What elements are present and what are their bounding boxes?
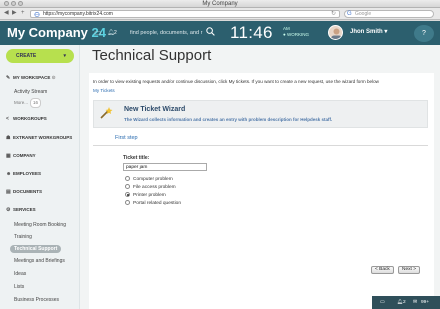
- reload-icon[interactable]: ↻: [331, 11, 336, 18]
- sidebar-group-documents[interactable]: ▤ DOCUMENTS: [6, 188, 42, 196]
- radio-computer-problem[interactable]: Computer problem: [125, 176, 173, 183]
- sidebar-group-workgroups[interactable]: < WORKGROUPS: [6, 115, 47, 123]
- ticket-title-label: Ticket title:: [123, 155, 150, 161]
- browser-search-input[interactable]: G Google: [344, 10, 434, 18]
- building-icon: ▦: [6, 153, 11, 159]
- radio-button[interactable]: [125, 184, 130, 189]
- messenger-bar[interactable]: ▭ 🔔︎ 2 ✉ 99+: [372, 296, 440, 309]
- ticket-title-input[interactable]: [123, 163, 207, 171]
- magic-wand-icon: [100, 107, 113, 119]
- address-bar[interactable]: https://mycompany.bitrix24.com ↻: [30, 10, 340, 18]
- group-label: EMPLOYEES: [13, 171, 42, 176]
- clock[interactable]: 11:46: [230, 22, 273, 44]
- share-icon: <: [6, 116, 9, 122]
- work-status[interactable]: ● WORKING: [283, 32, 309, 37]
- global-search-input[interactable]: find people, documents, and r: [130, 27, 218, 39]
- main-area: Technical Support In order to view exist…: [80, 45, 440, 309]
- divider: [93, 145, 428, 146]
- brand-name: My Company: [7, 25, 88, 40]
- sidebar-item-lists[interactable]: Lists: [14, 283, 24, 291]
- employees-icon: ☻: [6, 171, 12, 177]
- radio-label: File access problem: [133, 185, 176, 190]
- url-text: https://mycompany.bitrix24.com: [43, 11, 113, 17]
- wizard-header: New Ticket Wizard The Wizard collects in…: [93, 100, 428, 128]
- people-icon: ☗: [6, 135, 11, 141]
- work-status-label: WORKING: [286, 32, 309, 37]
- add-tab-button[interactable]: +: [21, 10, 25, 17]
- wizard-title: New Ticket Wizard: [124, 106, 186, 113]
- group-label: WORKGROUPS: [13, 116, 47, 121]
- radio-button[interactable]: [125, 176, 130, 181]
- create-button[interactable]: CREATE ▾: [6, 49, 74, 63]
- radio-label: Printer problem: [133, 193, 166, 198]
- back-button[interactable]: ◀: [4, 10, 9, 17]
- radio-label: Computer problem: [133, 177, 173, 182]
- sidebar-item-meeting-room-booking[interactable]: Meeting Room Booking: [14, 221, 66, 229]
- radio-label: Portal related question: [133, 201, 181, 206]
- app-header: My Company 24 ▭ 🔔︎ 2 find people, docume…: [0, 21, 440, 45]
- group-label: EXTRANET WORKGROUPS: [13, 135, 73, 140]
- sidebar-item-business-processes[interactable]: Business Processes: [14, 296, 59, 304]
- user-name: Jhon Smith: [350, 29, 383, 35]
- browser-search-placeholder: Google: [355, 11, 372, 17]
- my-tickets-link[interactable]: My Tickets: [93, 88, 115, 93]
- sidebar-group-employees[interactable]: ☻ EMPLOYEES: [6, 170, 41, 178]
- content-panel: In order to view existing requests and/o…: [89, 73, 434, 309]
- create-label: CREATE: [16, 53, 37, 59]
- back-step-button[interactable]: < Back: [371, 266, 394, 274]
- user-menu[interactable]: Jhon Smith ▾: [350, 28, 387, 35]
- messages-icon[interactable]: ✉: [413, 296, 417, 309]
- document-icon: ▤: [6, 189, 11, 195]
- chevron-down-icon: ▾: [63, 53, 66, 59]
- sidebar-item-training[interactable]: Training: [14, 233, 32, 241]
- step-heading: First step: [115, 135, 138, 141]
- radio-file-access-problem[interactable]: File access problem: [125, 184, 176, 191]
- forward-button[interactable]: ▶: [12, 10, 17, 17]
- avatar[interactable]: [328, 25, 343, 40]
- intro-text: In order to view existing requests and/o…: [93, 79, 379, 84]
- search-icon[interactable]: [206, 27, 215, 36]
- chat-icon[interactable]: ▭: [94, 28, 102, 38]
- help-button[interactable]: ?: [414, 25, 434, 42]
- next-step-button[interactable]: Next >: [398, 266, 420, 274]
- wizard-description: The Wizard collects information and crea…: [124, 117, 333, 122]
- page-title: Technical Support: [92, 47, 212, 64]
- sidebar-group-my-workspace[interactable]: ✎ MY WORKSPACE ⚙: [6, 74, 56, 82]
- services-icon: ⚙: [6, 207, 11, 213]
- sidebar-group-services[interactable]: ⚙ SERVICES: [6, 206, 36, 214]
- radio-portal-related-question[interactable]: Portal related question: [125, 200, 181, 207]
- radio-printer-problem[interactable]: Printer problem: [125, 192, 166, 199]
- sidebar-item-activity-stream[interactable]: Activity Stream: [14, 88, 47, 96]
- window-title: My Company: [202, 1, 238, 7]
- clock-ampm: AM: [283, 26, 290, 31]
- settings-icon[interactable]: ⚙: [52, 75, 56, 80]
- message-count: 99+: [421, 300, 430, 305]
- sidebar-item-technical-support[interactable]: Technical Support: [10, 245, 62, 253]
- more-count-badge: 16: [30, 98, 42, 108]
- browser-toolbar: ◀ ▶ + https://mycompany.bitrix24.com ↻ G…: [0, 8, 440, 20]
- pin-icon: ✎: [6, 75, 11, 81]
- sidebar-group-company[interactable]: ▦ COMPANY: [6, 152, 36, 160]
- chat-icon[interactable]: ▭: [380, 296, 385, 309]
- sidebar-more[interactable]: More... 16: [14, 98, 42, 108]
- group-label: COMPANY: [13, 153, 36, 158]
- group-label: SERVICES: [13, 207, 36, 212]
- sidebar-item-ideas[interactable]: Ideas: [14, 270, 26, 278]
- google-icon: G: [347, 11, 352, 17]
- window-titlebar: My Company: [0, 0, 440, 8]
- sidebar: CREATE ▾ ✎ MY WORKSPACE ⚙ Activity Stream…: [0, 45, 80, 309]
- globe-icon: [34, 12, 40, 17]
- group-label: DOCUMENTS: [13, 189, 42, 194]
- radio-button-selected[interactable]: [125, 192, 130, 197]
- sidebar-item-meetings-and-briefings[interactable]: Meetings and Briefings: [14, 257, 65, 265]
- notification-count: 2: [114, 30, 117, 36]
- more-label: More...: [14, 100, 29, 105]
- sidebar-group-extranet[interactable]: ☗ EXTRANET WORKGROUPS: [6, 134, 72, 142]
- notification-count: 2: [403, 300, 406, 305]
- radio-button[interactable]: [125, 200, 130, 205]
- brand-logo[interactable]: My Company 24: [7, 24, 106, 42]
- group-label: MY WORKSPACE: [13, 75, 51, 80]
